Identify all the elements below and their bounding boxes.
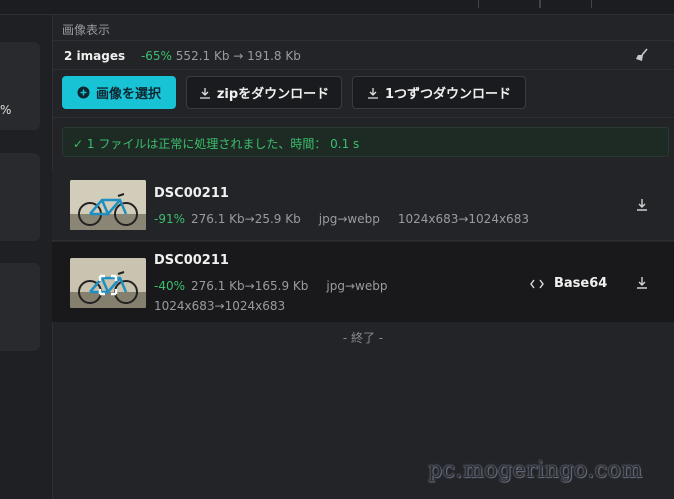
image-count: 2 images (64, 49, 126, 63)
from-size: 552.1 Kb (175, 49, 230, 63)
broom-icon[interactable] (634, 47, 650, 63)
base64-button[interactable]: Base64 (530, 276, 607, 291)
zip-download-button[interactable]: zipをダウンロード (186, 76, 342, 109)
download-icon (199, 87, 211, 99)
end-label: - 終了 - (342, 331, 384, 345)
rail-card[interactable] (0, 263, 40, 351)
total-percent: -65% (140, 49, 172, 63)
file-name: DSC00211 (154, 253, 229, 268)
file-meta: -40% 276.1 Kb→165.9 Kb jpg→webp (154, 279, 387, 293)
file-format: jpg→webp (326, 279, 388, 293)
file-meta: -91% 276.1 Kb→25.9 Kb jpg→webp 1024x683→102… (154, 212, 529, 226)
download-icon[interactable] (634, 197, 650, 213)
file-percent: -40% (154, 279, 186, 293)
file-dimensions: 1024x683→1024x683 (154, 299, 286, 313)
divider (52, 117, 674, 118)
arrow-right-icon: → (233, 49, 244, 63)
top-bar (0, 0, 674, 15)
file-percent: -91% (154, 212, 186, 226)
top-bar-segment[interactable] (478, 0, 540, 8)
watermark: pc.mogeringo.com (428, 458, 643, 483)
file-row[interactable]: DSC00211 -91% 276.1 Kb→25.9 Kb jpg→webp 102… (52, 170, 674, 241)
section-title: 画像表示 (62, 23, 111, 37)
top-bar-segment[interactable] (540, 0, 592, 8)
file-name: DSC00211 (154, 186, 229, 201)
rail-card[interactable] (0, 153, 40, 241)
to-size: 191.8 Kb (247, 49, 301, 63)
file-size: 276.1 Kb→25.9 Kb (191, 212, 301, 226)
status-message: ✓ 1 ファイルは正常に処理されました、時間： 0.1 s (62, 127, 669, 157)
select-image-button[interactable]: 画像を選択 (62, 76, 176, 109)
download-icon (367, 87, 379, 99)
zip-download-label: zipをダウンロード (216, 87, 330, 102)
file-dimensions: 1024x683→1024x683 (397, 212, 529, 226)
summary-stats: 2 images -65% 552.1 Kb → 191.8 Kb (64, 49, 301, 63)
download-icon[interactable] (634, 275, 650, 291)
code-icon (530, 279, 544, 289)
summary-bar: 2 images -65% 552.1 Kb → 191.8 Kb (52, 40, 674, 70)
bicycle-thumbnail (70, 180, 146, 230)
plus-circle-icon (77, 86, 90, 99)
file-format: jpg→webp (318, 212, 380, 226)
left-rail: % (0, 15, 53, 499)
select-image-label: 画像を選択 (95, 87, 161, 102)
bicycle-thumbnail (70, 258, 146, 308)
file-size: 276.1 Kb→165.9 Kb (191, 279, 309, 293)
download-each-button[interactable]: 1つずつダウンロード (352, 76, 526, 109)
rail-percent: % (0, 103, 12, 117)
download-each-label: 1つずつダウンロード (384, 87, 512, 102)
file-row[interactable]: DSC00211 -40% 276.1 Kb→165.9 Kb jpg→webp 1… (52, 242, 674, 322)
base64-label: Base64 (554, 276, 608, 291)
